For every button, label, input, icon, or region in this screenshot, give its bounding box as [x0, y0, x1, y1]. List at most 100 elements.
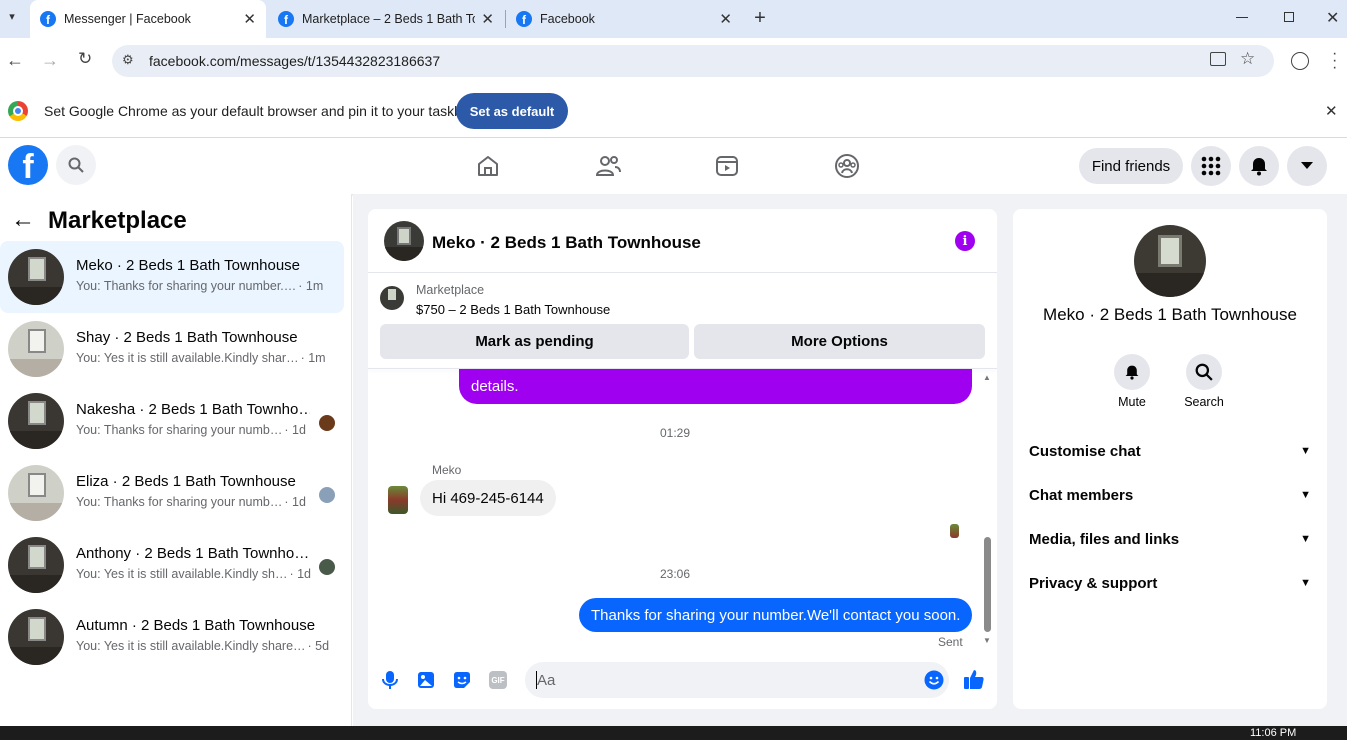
chevron-down-icon: ▼	[1300, 445, 1311, 457]
back-arrow-icon[interactable]: ←	[11, 208, 35, 232]
close-window-icon[interactable]: ✕	[1326, 8, 1339, 28]
conversation-item[interactable]: Anthony · 2 Beds 1 Bath Townho… You: Yes …	[0, 529, 344, 601]
profile-icon[interactable]	[1291, 52, 1309, 70]
media-files-links-section[interactable]: Media, files and links ▼	[1029, 527, 1311, 551]
conversation-preview: You: Yes it is still available.Kindly sh…	[76, 351, 332, 365]
tab-search-icon[interactable]: ▾	[4, 10, 20, 26]
search-icon[interactable]	[56, 145, 96, 185]
scrollbar-down-arrow[interactable]: ▼	[983, 636, 991, 645]
site-settings-icon[interactable]: ⚙	[122, 52, 134, 68]
chat-header-avatar[interactable]	[384, 221, 424, 261]
chat-title[interactable]: Meko · 2 Beds 1 Bath Townhouse	[432, 233, 701, 253]
conversation-time: · 1d	[284, 423, 306, 437]
profile-avatar[interactable]	[1134, 225, 1206, 297]
forward-icon[interactable]: →	[41, 50, 59, 71]
home-icon[interactable]	[476, 154, 500, 183]
conversation-item[interactable]: Autumn · 2 Beds 1 Bath Townhouse You: Yes…	[0, 601, 344, 673]
back-icon[interactable]: ←	[6, 50, 24, 71]
emoji-icon[interactable]	[924, 670, 944, 695]
chrome-logo-icon	[8, 101, 28, 121]
thumbs-up-icon[interactable]	[963, 668, 985, 695]
menu-grid-icon[interactable]	[1191, 146, 1231, 186]
sent-message-text: details.	[471, 378, 519, 395]
conversation-item[interactable]: Shay · 2 Beds 1 Bath Townhouse You: Yes i…	[0, 313, 344, 385]
tab-title: Facebook	[540, 12, 595, 26]
conversation-preview: You: Yes it is still available.Kindly sh…	[76, 639, 332, 653]
conversation-preview: You: Thanks for sharing your numb… · 1d	[76, 495, 332, 509]
set-as-default-button[interactable]: Set as default	[456, 93, 568, 129]
infobar-text: Set Google Chrome as your default browse…	[44, 103, 475, 119]
friends-icon[interactable]	[595, 154, 621, 183]
install-app-icon[interactable]	[1210, 52, 1226, 66]
sidebar-title: Marketplace	[48, 207, 187, 234]
find-friends-button[interactable]: Find friends	[1079, 148, 1183, 184]
conversation-preview-text: You: Yes it is still available.Kindly sh…	[76, 567, 288, 581]
taskbar-clock[interactable]: 11:06 PM	[1250, 728, 1296, 739]
conversation-time: · 1m	[298, 279, 324, 293]
close-tab-icon[interactable]: ✕	[719, 10, 732, 28]
gif-icon[interactable]: GIF	[489, 671, 507, 689]
conversation-item[interactable]: Eliza · 2 Beds 1 Bath Townhouse You: Than…	[0, 457, 344, 529]
maximize-window-icon[interactable]	[1284, 12, 1294, 22]
chat-window: Meko · 2 Beds 1 Bath Townhouse i Marketp…	[368, 209, 997, 709]
photo-icon[interactable]	[417, 671, 435, 694]
tab-messenger[interactable]: f Messenger | Facebook ✕	[30, 0, 266, 38]
close-tab-icon[interactable]: ✕	[481, 10, 494, 28]
search-in-chat-icon[interactable]	[1186, 354, 1222, 390]
listing-label: Marketplace	[416, 283, 485, 297]
new-tab-button[interactable]: +	[750, 8, 770, 28]
sender-avatar[interactable]	[388, 486, 408, 514]
more-options-button[interactable]: More Options	[694, 324, 985, 359]
conversation-thumbnail	[8, 537, 64, 593]
url-text[interactable]: facebook.com/messages/t/1354432823186637	[149, 53, 440, 69]
search-label[interactable]: Search	[1174, 395, 1234, 409]
sticker-icon[interactable]	[453, 671, 471, 694]
message-status: Sent	[938, 635, 963, 649]
sent-message-bubble-partial[interactable]: details.	[459, 369, 972, 404]
bookmark-star-icon[interactable]: ☆	[1240, 49, 1255, 69]
conversation-thumbnail	[8, 609, 64, 665]
conversation-preview-text: You: Yes it is still available.Kindly sh…	[76, 351, 299, 365]
mute-bell-icon[interactable]	[1114, 354, 1150, 390]
reload-icon[interactable]: ↻	[78, 49, 92, 69]
notifications-bell-icon[interactable]	[1239, 146, 1279, 186]
listing-thumbnail[interactable]	[380, 286, 404, 310]
close-infobar-icon[interactable]: ✕	[1325, 102, 1338, 120]
close-tab-icon[interactable]: ✕	[243, 10, 256, 28]
tab-marketplace[interactable]: f Marketplace – 2 Beds 1 Bath To ✕	[268, 0, 504, 38]
address-bar[interactable]: ⚙ facebook.com/messages/t/13544328231866…	[112, 45, 1274, 77]
microphone-icon[interactable]	[382, 670, 398, 695]
sent-message-bubble[interactable]: Thanks for sharing your number.We'll con…	[579, 598, 973, 632]
mute-label[interactable]: Mute	[1102, 395, 1162, 409]
privacy-support-section[interactable]: Privacy & support ▼	[1029, 571, 1311, 595]
scrollbar-up-arrow[interactable]: ▲	[983, 373, 991, 382]
watch-icon[interactable]	[715, 154, 739, 183]
message-input[interactable]: Aa	[525, 662, 949, 698]
scrollbar-thumb[interactable]	[984, 537, 991, 632]
facebook-logo-icon[interactable]: f	[8, 145, 48, 185]
conversation-list-pane: ← Marketplace Meko · 2 Beds 1 Bath Townh…	[0, 194, 352, 726]
conversation-thumbnail	[8, 249, 64, 305]
message-thread: details. 01:29 Meko Hi 469-245-6144 23:0…	[368, 369, 997, 654]
tab-title: Marketplace – 2 Beds 1 Bath To	[302, 12, 476, 26]
minimize-window-icon[interactable]	[1236, 17, 1248, 18]
conversation-thumbnail	[8, 321, 64, 377]
groups-icon[interactable]	[834, 153, 860, 184]
account-chevron-down-icon[interactable]	[1287, 146, 1327, 186]
windows-taskbar: 11:06 PM	[0, 726, 1347, 740]
mark-as-pending-button[interactable]: Mark as pending	[380, 324, 689, 359]
tab-facebook[interactable]: f Facebook ✕	[506, 0, 742, 38]
chat-members-section[interactable]: Chat members ▼	[1029, 483, 1311, 507]
conversation-item[interactable]: Nakesha · 2 Beds 1 Bath Townho… You: Than…	[0, 385, 344, 457]
info-icon[interactable]: i	[955, 231, 975, 251]
customise-chat-section[interactable]: Customise chat ▼	[1029, 439, 1311, 463]
conversation-item[interactable]: Meko · 2 Beds 1 Bath Townhouse You: Thank…	[0, 241, 344, 313]
conversation-preview: You: Thanks for sharing your numb… · 1d	[76, 423, 332, 437]
timestamp-divider: 23:06	[659, 567, 691, 581]
chrome-menu-icon[interactable]: · · ·	[1332, 46, 1337, 76]
text-cursor	[536, 671, 537, 689]
listing-price-title[interactable]: $750 – 2 Beds 1 Bath Townhouse	[416, 302, 610, 317]
message-input-placeholder: Aa	[537, 672, 556, 689]
header-divider	[368, 272, 997, 273]
received-message-bubble[interactable]: Hi 469-245-6144	[420, 480, 556, 516]
